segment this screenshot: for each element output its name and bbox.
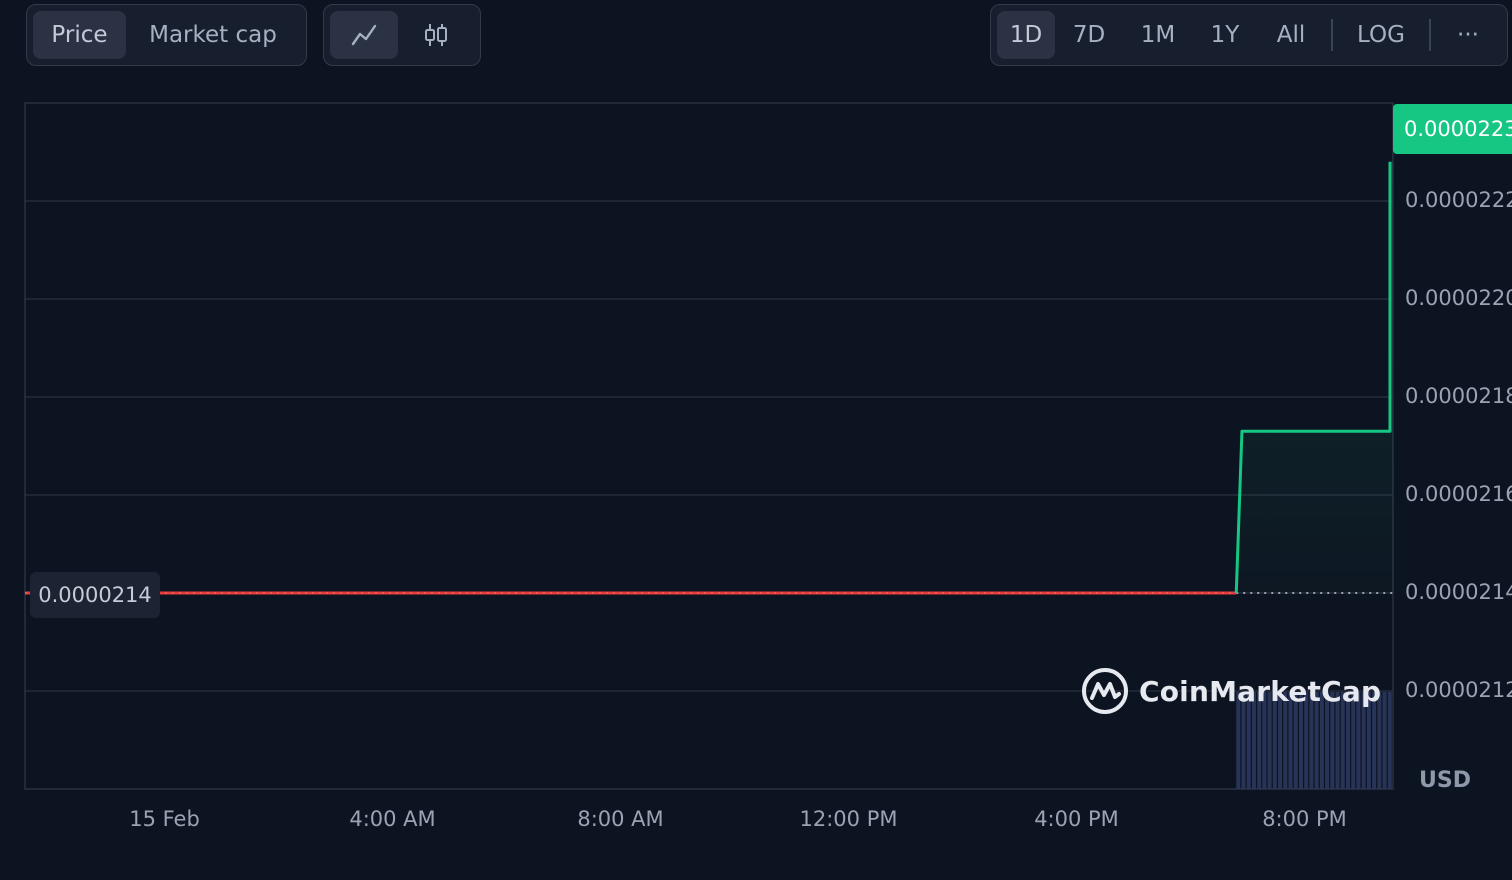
price-chart[interactable] [0, 0, 1512, 880]
y-tick-label: 0.0000222 [1405, 188, 1512, 212]
open-price-badge: 0.0000214 [30, 572, 160, 618]
x-tick-label: 4:00 AM [349, 807, 436, 831]
watermark: CoinMarketCap [1081, 667, 1381, 715]
volume-bar [1387, 692, 1392, 789]
coinmarketcap-logo-icon [1082, 668, 1128, 714]
price-area [25, 161, 1393, 594]
x-tick-label: 12:00 PM [799, 807, 898, 831]
currency-label: USD [1419, 768, 1471, 793]
watermark-text: CoinMarketCap [1139, 674, 1382, 708]
volume-bar [1382, 692, 1387, 789]
y-tick-label: 0.0000216 [1405, 482, 1512, 506]
x-tick-label: 8:00 PM [1262, 807, 1347, 831]
y-tick-label: 0.0000218 [1405, 384, 1512, 408]
x-tick-label: 4:00 PM [1034, 807, 1119, 831]
y-tick-label: 0.0000214 [1405, 580, 1512, 604]
last-price-badge: 0.0000223 [1393, 104, 1512, 154]
y-tick-label: 0.0000220 [1405, 286, 1512, 310]
x-tick-label: 8:00 AM [577, 807, 664, 831]
y-tick-label: 0.0000212 [1405, 678, 1512, 702]
x-tick-label: 15 Feb [129, 807, 200, 831]
